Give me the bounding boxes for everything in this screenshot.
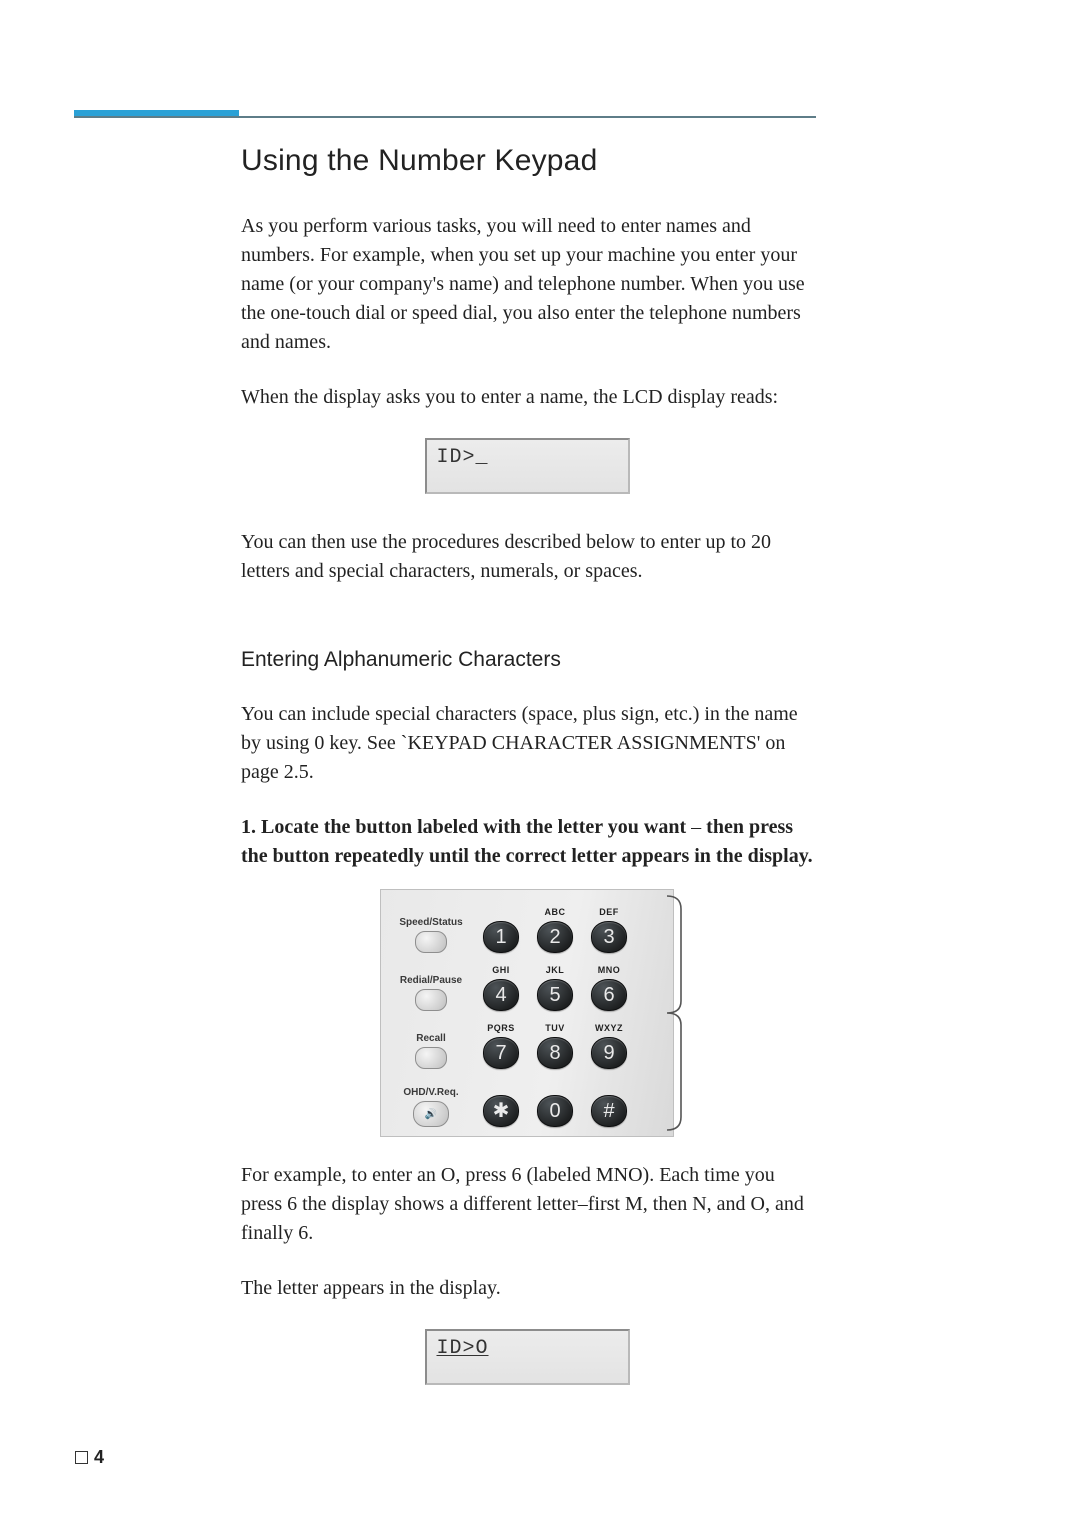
key-9-label: WXYZ [595,1023,623,1035]
keypad-row-2: Redial/Pause GHI 4 JKL 5 MNO 6 [388,953,636,1011]
key-3: DEF 3 [582,895,636,953]
side-label: Speed/Status [399,917,462,928]
key-9: WXYZ 9 [582,1011,636,1069]
key-3-label: DEF [599,907,619,919]
key-8: TUV 8 [528,1011,582,1069]
subsection-heading: Entering Alphanumeric Characters [241,648,813,672]
keypad-row-3: Recall PQRS 7 TUV 8 WXYZ 9 [388,1011,636,1069]
side-label: OHD/V.Req. [403,1087,458,1098]
lcd-display-2: ID>O [425,1329,630,1385]
key-2: ABC 2 [528,895,582,953]
key-8-button: 8 [537,1037,573,1069]
key-star-button: ✱ [483,1095,519,1127]
intro-paragraph-2: When the display asks you to enter a nam… [241,383,813,412]
key-1: 1 [474,895,528,953]
subsection-paragraph: You can include special characters (spac… [241,700,813,787]
key-1-button: 1 [483,921,519,953]
key-6: MNO 6 [582,953,636,1011]
key-7-label: PQRS [487,1023,515,1035]
page-number-value: 4 [94,1447,104,1468]
section-heading: Using the Number Keypad [241,144,813,178]
key-0: 0 [528,1069,582,1127]
step-1-title: 1. Locate the button labeled with the le… [241,813,813,871]
step-1-body-2: The letter appears in the display. [241,1274,813,1303]
side-button: 🔊 [413,1101,449,1127]
key-2-label: ABC [545,907,566,919]
key-0-button: 0 [537,1095,573,1127]
key-hash: # [582,1069,636,1127]
key-5-button: 5 [537,979,573,1011]
step-1-body: For example, to enter an O, press 6 (lab… [241,1161,813,1248]
key-star: ✱ [474,1069,528,1127]
key-7: PQRS 7 [474,1011,528,1069]
key-3-button: 3 [591,921,627,953]
key-hash-button: # [591,1095,627,1127]
step-1-bold-a: Locate the button labeled with the lette… [261,816,686,838]
speaker-icon: 🔊 [425,1109,437,1120]
key-4-button: 4 [483,979,519,1011]
key-5: JKL 5 [528,953,582,1011]
side-key-redial-pause: Redial/Pause [388,953,474,1011]
intro-paragraph-3: You can then use the procedures describe… [241,528,813,586]
key-6-button: 6 [591,979,627,1011]
intro-paragraph-1: As you perform various tasks, you will n… [241,212,813,357]
key-2-button: 2 [537,921,573,953]
side-key-recall: Recall [388,1011,474,1069]
side-key-ohd-vreq: OHD/V.Req. 🔊 [388,1069,474,1127]
key-4: GHI 4 [474,953,528,1011]
keypad-illustration: Speed/Status 1 ABC 2 DEF 3 Redi [380,889,674,1137]
side-label: Recall [416,1033,445,1044]
step-1-dash: – [686,816,706,838]
keypad-row-1: Speed/Status 1 ABC 2 DEF 3 [388,895,636,953]
step-number: 1. [241,816,256,838]
page-number-icon [75,1451,88,1464]
page: Using the Number Keypad As you perform v… [0,0,1080,1526]
header-rule [74,116,816,118]
key-4-label: GHI [492,965,510,977]
key-6-label: MNO [598,965,621,977]
lcd-2-text: ID>O [437,1337,489,1360]
page-number: 4 [75,1447,104,1468]
side-button [415,931,447,953]
lcd-display-1: ID>_ [425,438,630,494]
key-7-button: 7 [483,1037,519,1069]
side-key-speed-status: Speed/Status [388,895,474,953]
key-8-label: TUV [545,1023,565,1035]
key-5-label: JKL [546,965,565,977]
keypad-row-4: OHD/V.Req. 🔊 ✱ 0 # [388,1069,636,1127]
side-button [415,989,447,1011]
side-button [415,1047,447,1069]
key-9-button: 9 [591,1037,627,1069]
content-column: Using the Number Keypad As you perform v… [241,126,813,1419]
side-label: Redial/Pause [400,975,462,986]
